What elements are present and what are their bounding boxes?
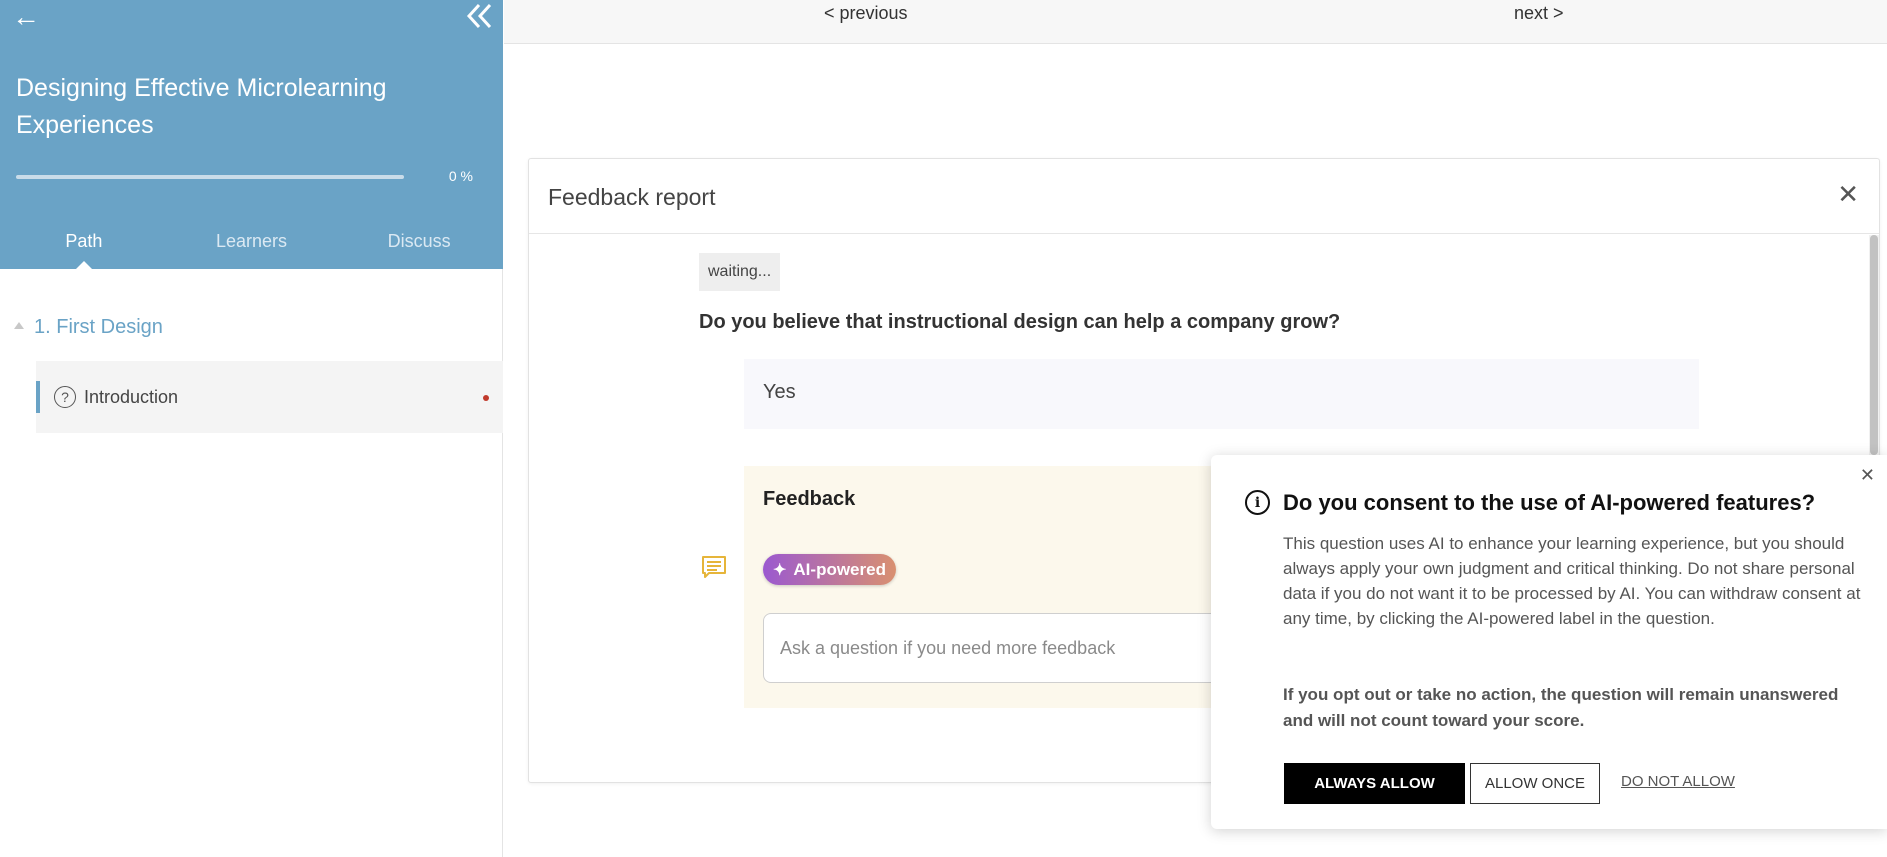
previous-link[interactable]: < previous: [824, 3, 908, 24]
allow-once-button[interactable]: ALLOW ONCE: [1470, 763, 1600, 804]
section-label: 1. First Design: [34, 316, 163, 338]
always-allow-button[interactable]: ALWAYS ALLOW: [1284, 763, 1465, 804]
tab-learners[interactable]: Learners: [168, 222, 336, 269]
feedback-report-title: Feedback report: [548, 184, 716, 210]
answer-box: Yes: [744, 359, 1699, 429]
consent-body: This question uses AI to enhance your le…: [1283, 534, 1861, 628]
course-title: Designing Effective Microlearning Experi…: [16, 74, 387, 139]
question-circle-icon: ?: [54, 386, 76, 408]
active-lesson-indicator: [36, 381, 40, 413]
course-progress-bar: [16, 175, 404, 179]
course-sidebar: ← Designing Effective Microlearning Expe…: [0, 0, 503, 857]
do-not-allow-link[interactable]: DO NOT ALLOW: [1621, 773, 1735, 790]
feedback-report-header: Feedback report ✕: [529, 159, 1879, 234]
left-arrow-icon[interactable]: ←: [12, 2, 40, 32]
unread-dot: [483, 395, 489, 401]
next-link[interactable]: next >: [1514, 3, 1564, 24]
ai-powered-label: AI-powered: [793, 559, 886, 579]
double-chevron-left-icon[interactable]: [465, 2, 493, 30]
lesson-navigation: < previous next >: [504, 0, 1887, 44]
scrollbar-thumb[interactable]: [1870, 235, 1878, 455]
sidebar-tabs: Path Learners Discuss: [0, 222, 503, 269]
waiting-label: waiting...: [699, 253, 781, 291]
section-first-design[interactable]: 1. First Design: [14, 316, 163, 339]
sparkle-icon: ✦: [773, 561, 787, 579]
close-icon[interactable]: ✕: [1860, 465, 1875, 486]
ai-consent-dialog: ✕ i Do you consent to the use of AI-powe…: [1211, 455, 1887, 829]
tab-discuss[interactable]: Discuss: [335, 222, 503, 269]
question-text: Do you believe that instructional design…: [699, 311, 1341, 333]
course-progress-text: 0 %: [448, 168, 473, 184]
collapse-triangle-icon: [14, 322, 24, 329]
sidebar-header: ← Designing Effective Microlearning Expe…: [0, 0, 503, 269]
comment-icon: [702, 556, 726, 578]
answer-text: Yes: [763, 381, 796, 403]
ai-powered-badge[interactable]: ✦ AI-powered: [763, 554, 896, 585]
info-icon: i: [1245, 490, 1270, 515]
tab-path[interactable]: Path: [0, 222, 168, 269]
consent-title: Do you consent to the use of AI-powered …: [1283, 490, 1816, 515]
lesson-item-introduction[interactable]: ? Introduction: [36, 361, 503, 433]
close-icon[interactable]: ✕: [1837, 181, 1859, 207]
consent-warning: If you opt out or take no action, the qu…: [1283, 685, 1839, 730]
feedback-title: Feedback: [763, 488, 856, 510]
lesson-label: Introduction: [84, 386, 179, 407]
